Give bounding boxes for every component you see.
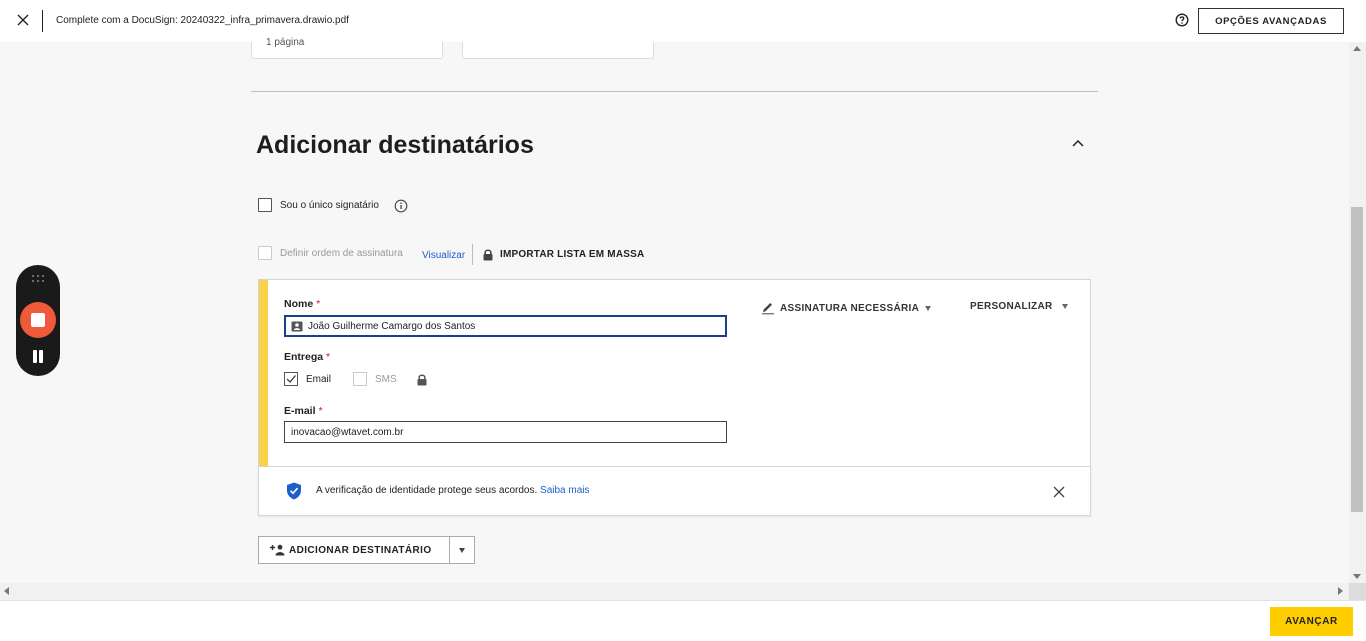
sms-option-label: SMS	[375, 374, 397, 385]
chevron-down-icon	[1061, 304, 1068, 309]
close-icon[interactable]	[14, 11, 32, 29]
required-mark: *	[318, 405, 323, 417]
name-value: João Guilherme Camargo dos Santos	[308, 320, 476, 332]
add-user-icon	[270, 544, 285, 556]
customize-menu-label: PERSONALIZAR	[970, 301, 1053, 312]
name-input[interactable]: João Guilherme Camargo dos Santos	[284, 315, 727, 337]
email-delivery-checkbox[interactable]	[284, 372, 298, 386]
scroll-down-icon[interactable]	[1353, 574, 1361, 579]
next-button[interactable]: AVANÇAR	[1270, 607, 1353, 636]
chevron-down-icon	[459, 547, 465, 553]
horizontal-scrollbar[interactable]	[0, 583, 1349, 600]
contact-card-icon[interactable]	[291, 321, 303, 332]
identity-verification-banner: A verificação de identidade protege seus…	[258, 466, 1091, 516]
chevron-up-icon[interactable]	[1070, 137, 1086, 149]
view-order-link[interactable]: Visualizar	[422, 250, 465, 261]
add-recipient-label: ADICIONAR DESTINATÁRIO	[289, 544, 432, 556]
name-label-text: Nome	[284, 298, 314, 310]
pen-icon	[762, 303, 774, 315]
identity-message: A verificação de identidade protege seus…	[316, 485, 590, 496]
only-signer-label: Sou o único signatário	[280, 200, 379, 211]
delivery-label-text: Entrega	[284, 351, 324, 363]
scroll-right-icon[interactable]	[1338, 587, 1343, 595]
recording-widget	[16, 265, 60, 376]
signature-menu-label: ASSINATURA NECESSÁRIA	[780, 302, 920, 314]
sms-delivery-checkbox[interactable]	[353, 372, 367, 386]
signature-required-dropdown[interactable]: ASSINATURA NECESSÁRIA	[761, 301, 932, 315]
chevron-down-icon	[925, 305, 932, 311]
learn-more-link[interactable]: Saiba mais	[540, 485, 589, 496]
required-mark: *	[316, 298, 321, 310]
footer-bar: AVANÇAR	[0, 600, 1366, 641]
advanced-options-button[interactable]: OPÇÕES AVANÇADAS	[1198, 8, 1344, 34]
required-mark: *	[326, 351, 331, 363]
recipient-accent-bar	[259, 280, 268, 466]
only-signer-checkbox[interactable]	[258, 198, 272, 212]
scroll-left-icon[interactable]	[4, 587, 9, 595]
email-label: E-mail *	[284, 405, 323, 417]
toolbar-separator	[472, 244, 473, 265]
vertical-scrollbar[interactable]	[1349, 42, 1366, 583]
delivery-label: Entrega *	[284, 351, 330, 363]
email-option-label: Email	[306, 374, 332, 385]
scrollbar-corner	[1349, 583, 1366, 600]
drag-handle-icon[interactable]	[30, 274, 46, 284]
section-divider	[251, 91, 1098, 92]
scroll-up-icon[interactable]	[1353, 46, 1361, 51]
add-recipient-button[interactable]: ADICIONAR DESTINATÁRIO	[259, 537, 449, 563]
pause-recording-button[interactable]	[31, 350, 45, 364]
add-recipient-dropdown[interactable]	[450, 537, 474, 563]
customize-dropdown[interactable]: PERSONALIZAR	[970, 301, 1068, 312]
signing-order-label: Definir ordem de assinatura	[280, 248, 403, 259]
bulk-import-button[interactable]: IMPORTAR LISTA EM MASSA	[500, 249, 644, 260]
help-icon[interactable]	[1175, 13, 1189, 27]
close-icon[interactable]	[1052, 485, 1066, 499]
identity-message-text: A verificação de identidade protege seus…	[316, 485, 538, 496]
title-separator	[42, 10, 43, 32]
email-input[interactable]: inovacao@wtavet.com.br	[284, 421, 727, 443]
top-bar: Complete com a DocuSign: 20240322_infra_…	[0, 0, 1366, 42]
add-recipient-split-button: ADICIONAR DESTINATÁRIO	[258, 536, 475, 564]
signing-order-checkbox[interactable]	[258, 246, 272, 260]
add-document-card[interactable]	[462, 42, 654, 59]
lock-icon	[483, 249, 493, 261]
name-label: Nome *	[284, 298, 320, 310]
scroll-thumb[interactable]	[1351, 207, 1363, 512]
recipient-card: Nome * João Guilherme Camargo dos Santos…	[258, 279, 1091, 467]
info-icon[interactable]	[394, 199, 408, 213]
email-label-text: E-mail	[284, 405, 316, 417]
lock-icon	[417, 374, 427, 386]
section-title: Adicionar destinatários	[256, 131, 534, 159]
stop-recording-button[interactable]	[20, 302, 56, 338]
document-card[interactable]: 1 página	[251, 37, 443, 59]
window-title: Complete com a DocuSign: 20240322_infra_…	[56, 15, 349, 26]
checkmark-icon	[286, 375, 296, 383]
document-page-count: 1 página	[266, 37, 305, 48]
shield-check-icon	[287, 482, 301, 500]
email-value: inovacao@wtavet.com.br	[291, 426, 404, 438]
